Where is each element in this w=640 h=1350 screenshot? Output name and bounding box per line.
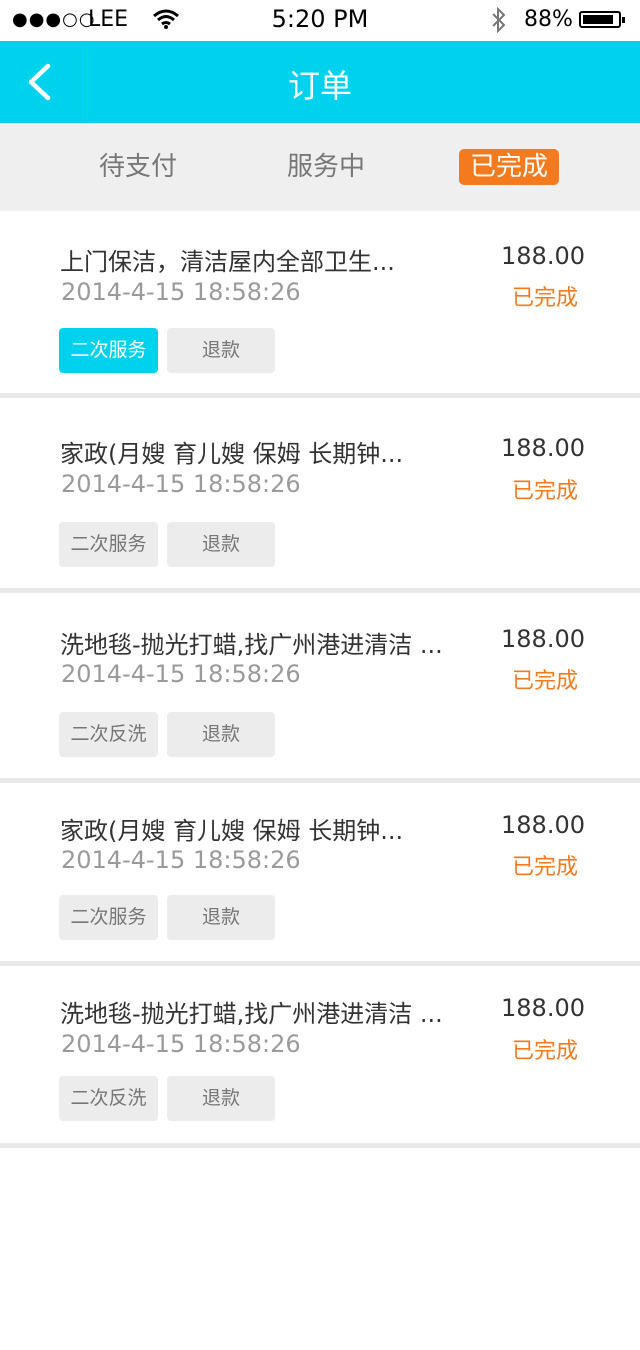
order-price: 188.00 — [501, 994, 585, 1022]
order-item[interactable]: 家政(月嫂 育儿嫂 保姆 长期钟... 2014-4-15 18:58:26 1… — [0, 398, 640, 593]
refund-button[interactable]: 退款 — [167, 712, 275, 757]
order-status: 已完成 — [511, 479, 578, 504]
order-item[interactable]: 洗地毯-抛光打蜡,找广州港进清洁 ... 2014-4-15 18:58:26 … — [0, 966, 640, 1148]
nav-bar: 订单 — [0, 41, 640, 123]
order-datetime: 2014-4-15 18:58:26 — [61, 470, 301, 498]
order-status: 已完成 — [511, 286, 578, 311]
battery-percentage: 88% — [524, 7, 573, 32]
refund-button[interactable]: 退款 — [167, 895, 275, 940]
order-item[interactable]: 上门保洁，清洁屋内全部卫生... 2014-4-15 18:58:26 188.… — [0, 217, 640, 398]
second-service-button[interactable]: 二次服务 — [59, 328, 158, 373]
divider — [0, 1143, 640, 1148]
order-item[interactable]: 家政(月嫂 育儿嫂 保姆 长期钟... 2014-4-15 18:58:26 1… — [0, 783, 640, 966]
tab-bar-zigzag-edge — [0, 203, 640, 211]
order-title: 家政(月嫂 育儿嫂 保姆 长期钟... — [60, 817, 404, 845]
order-price: 188.00 — [501, 811, 585, 839]
battery-icon — [579, 11, 625, 28]
order-status: 已完成 — [511, 1039, 578, 1064]
order-price: 188.00 — [501, 625, 585, 653]
order-title: 家政(月嫂 育儿嫂 保姆 长期钟... — [60, 440, 404, 468]
tab-bar: 待支付 服务中 已完成 — [0, 123, 640, 211]
refund-button[interactable]: 退款 — [167, 1076, 275, 1121]
refund-button[interactable]: 退款 — [167, 328, 275, 373]
tab-pending-payment[interactable]: 待支付 — [98, 149, 178, 185]
order-datetime: 2014-4-15 18:58:26 — [61, 660, 301, 688]
second-service-button[interactable]: 二次服务 — [59, 895, 158, 940]
order-status: 已完成 — [511, 855, 578, 880]
order-datetime: 2014-4-15 18:58:26 — [61, 278, 301, 306]
second-wash-button[interactable]: 二次反洗 — [59, 1076, 158, 1121]
order-price: 188.00 — [501, 434, 585, 462]
chevron-left-icon — [28, 63, 51, 101]
order-datetime: 2014-4-15 18:58:26 — [61, 846, 301, 874]
second-service-button[interactable]: 二次服务 — [59, 522, 158, 567]
order-title: 洗地毯-抛光打蜡,找广州港进清洁 ... — [60, 1000, 443, 1028]
tab-completed[interactable]: 已完成 — [459, 149, 559, 185]
order-title: 上门保洁，清洁屋内全部卫生... — [60, 248, 395, 276]
order-item[interactable]: 洗地毯-抛光打蜡,找广州港进清洁 ... 2014-4-15 18:58:26 … — [0, 593, 640, 783]
back-button[interactable] — [0, 41, 86, 123]
status-bar: ●●●○○ LEE 5:20 PM 88% — [0, 0, 640, 41]
tab-in-service[interactable]: 服务中 — [286, 149, 366, 185]
order-title: 洗地毯-抛光打蜡,找广州港进清洁 ... — [60, 631, 443, 659]
order-status: 已完成 — [511, 669, 578, 694]
refund-button[interactable]: 退款 — [167, 522, 275, 567]
second-wash-button[interactable]: 二次反洗 — [59, 712, 158, 757]
bluetooth-icon — [490, 6, 508, 34]
order-price: 188.00 — [501, 242, 585, 270]
order-datetime: 2014-4-15 18:58:26 — [61, 1030, 301, 1058]
page-title: 订单 — [287, 67, 352, 105]
